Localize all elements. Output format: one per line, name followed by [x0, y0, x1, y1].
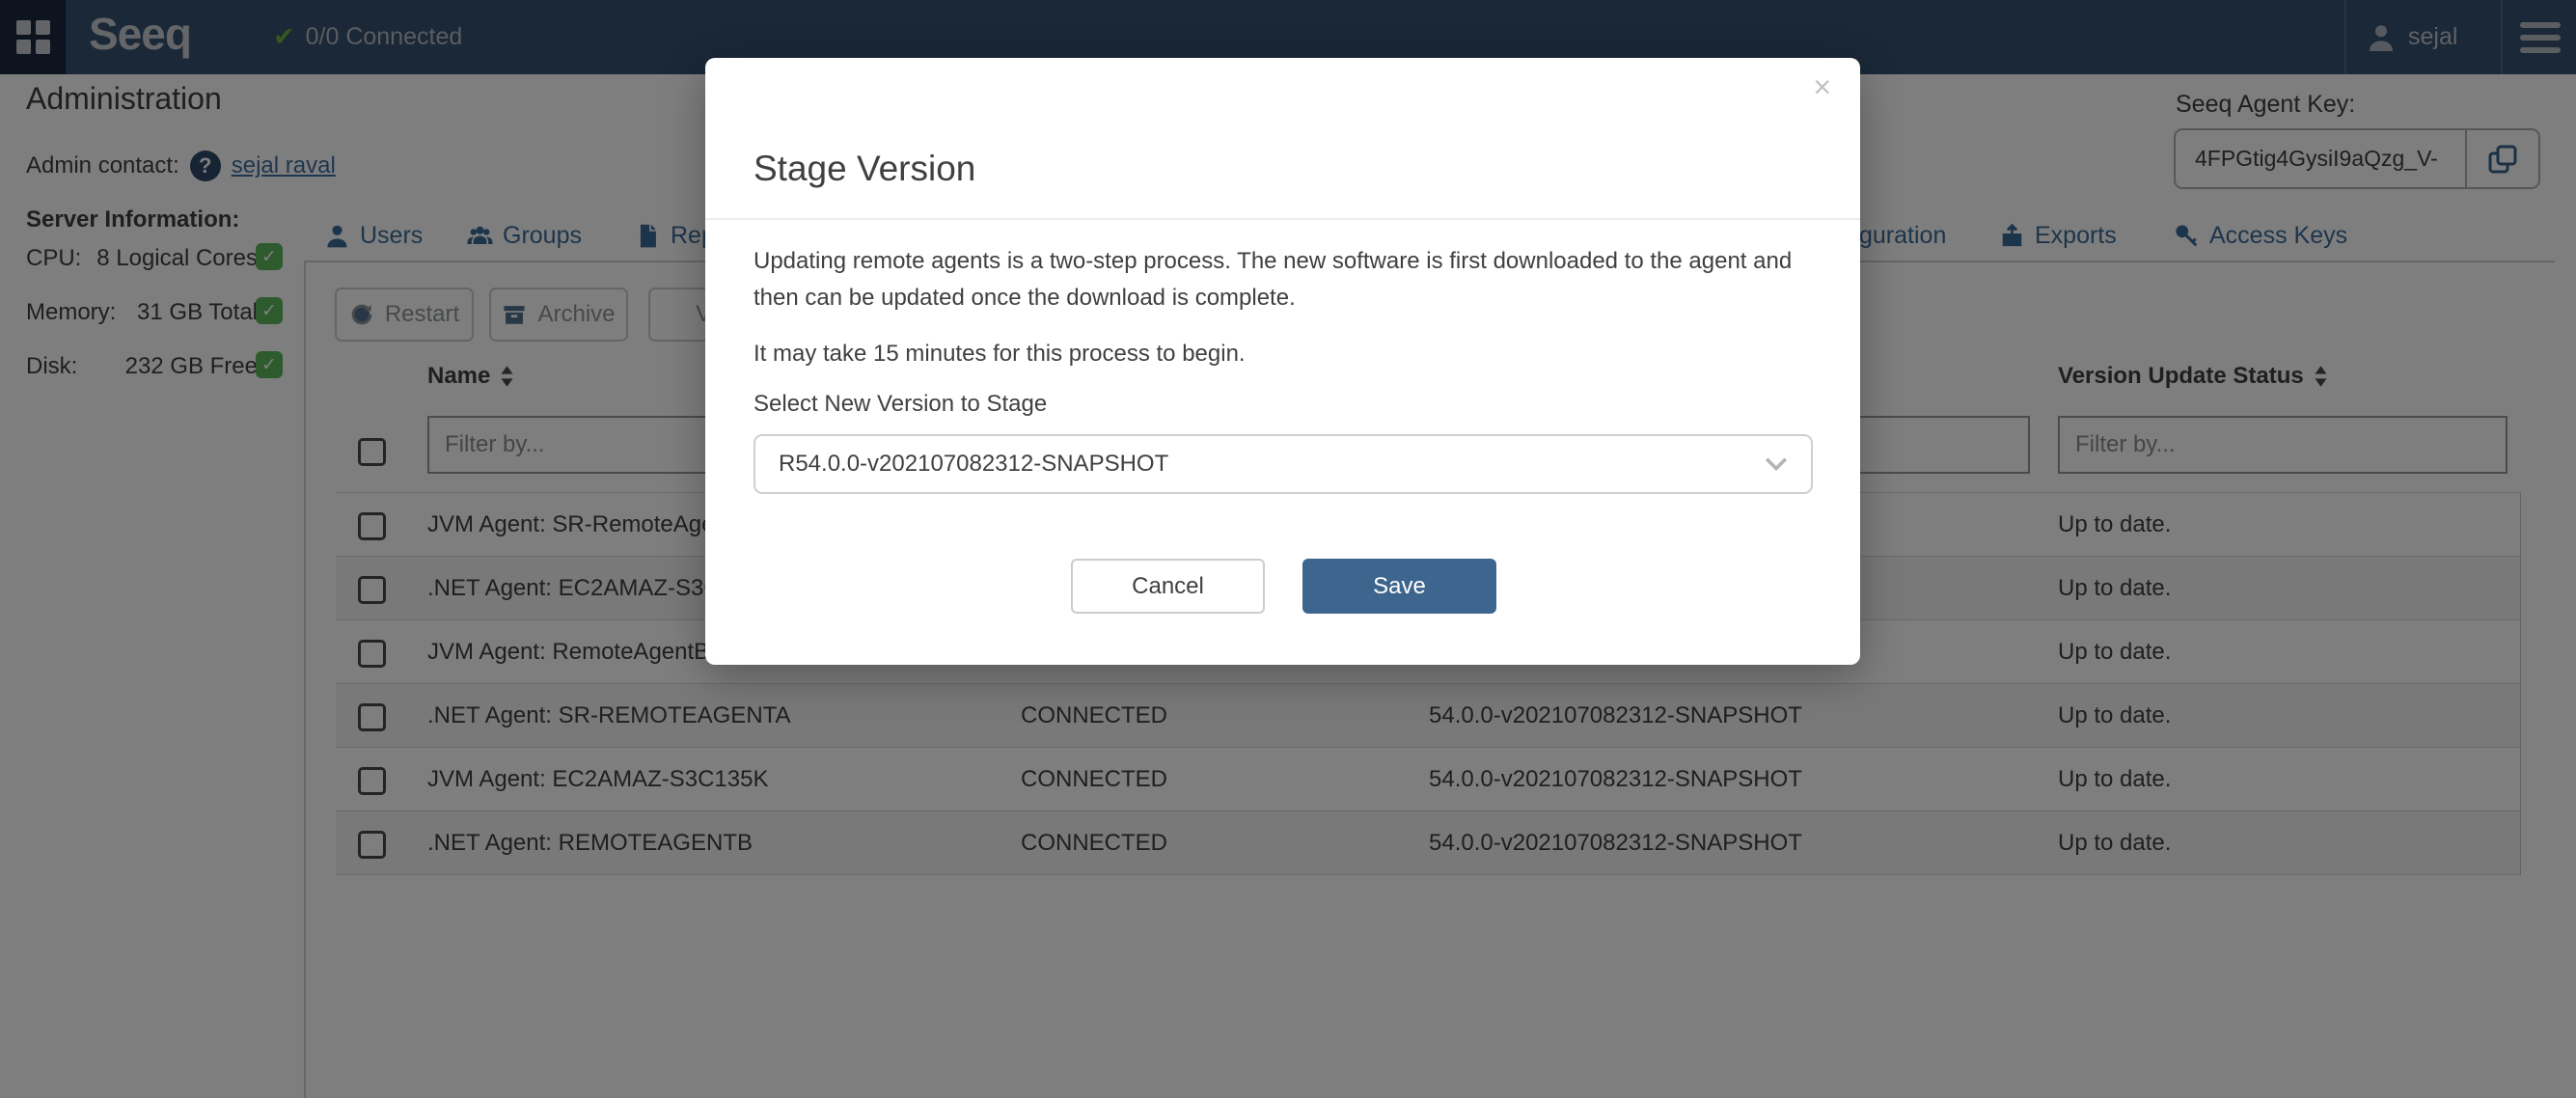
modal-header-divider	[705, 218, 1860, 220]
close-icon[interactable]: ×	[1813, 71, 1831, 102]
modal-title: Stage Version	[754, 149, 975, 189]
cancel-button[interactable]: Cancel	[1071, 559, 1265, 614]
version-select[interactable]: R54.0.0-v202107082312-SNAPSHOT	[754, 434, 1813, 494]
modal-paragraph: Updating remote agents is a two-step pro…	[754, 243, 1828, 316]
seeq-admin-screen: Seeq ✔ 0/0 Connected sejal Administratio…	[0, 0, 2576, 1098]
chevron-down-icon	[1765, 456, 1788, 472]
selected-version: R54.0.0-v202107082312-SNAPSHOT	[779, 451, 1168, 478]
version-select-label: Select New Version to Stage	[754, 386, 1828, 423]
save-button[interactable]: Save	[1302, 559, 1496, 614]
stage-version-modal: × Stage Version Updating remote agents i…	[705, 58, 1860, 665]
modal-paragraph: It may take 15 minutes for this process …	[754, 336, 1828, 372]
